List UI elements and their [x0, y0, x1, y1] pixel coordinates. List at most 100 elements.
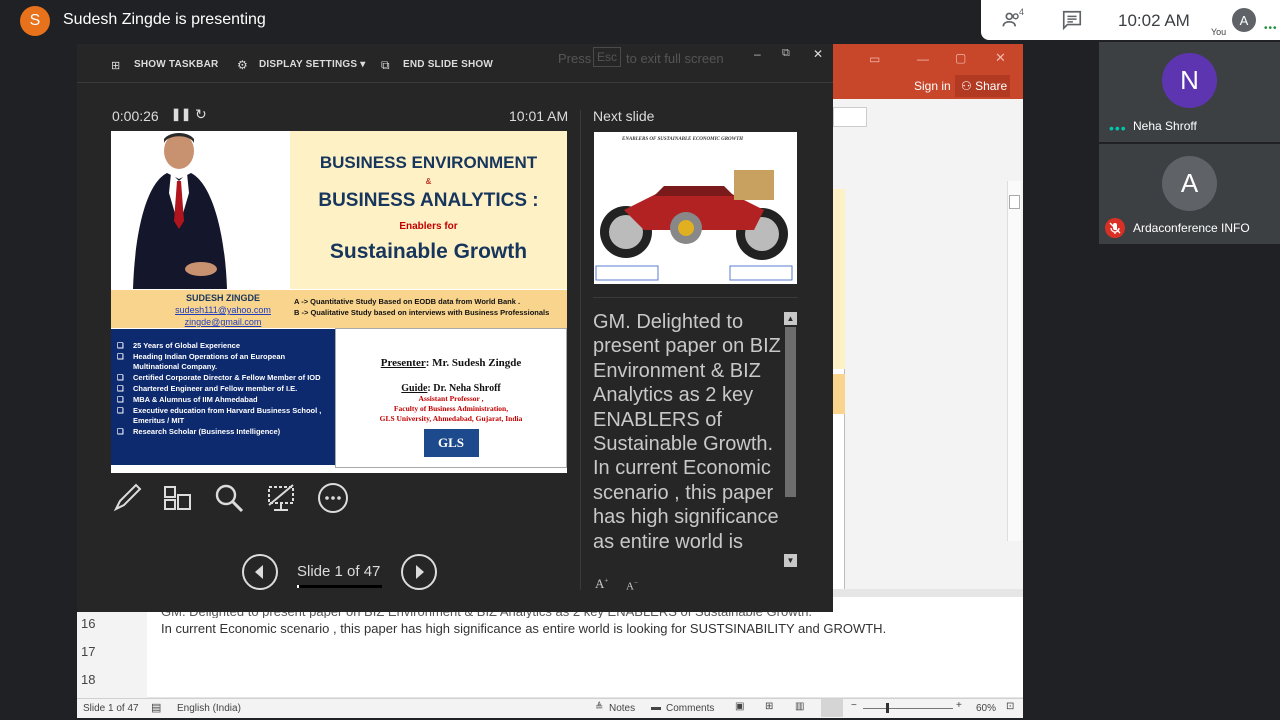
notes-scrollbar[interactable]: ▲ ▼	[784, 312, 797, 568]
ppt-editing-pane	[833, 99, 1023, 589]
previous-slide-button[interactable]	[242, 554, 278, 590]
comments-icon: ▬	[651, 702, 661, 713]
pen-tool-icon[interactable]	[110, 481, 144, 515]
chevron-right-icon	[416, 565, 424, 579]
chevron-left-icon	[255, 565, 263, 579]
spell-check-icon[interactable]: ▤	[151, 701, 161, 714]
increase-font-label: A	[595, 576, 605, 591]
slideshow-timer: 0:00:26	[112, 108, 159, 124]
gls-logo: GLS	[423, 429, 479, 457]
more-options-icon[interactable]	[316, 481, 350, 515]
toolbar-divider	[77, 82, 833, 83]
decrease-font-button[interactable]: A−	[626, 579, 638, 593]
presenter-photo	[111, 131, 290, 289]
scroll-up-icon[interactable]: ▲	[784, 312, 797, 325]
thumbnail-number[interactable]: 16	[81, 616, 95, 631]
participant-tile-neha[interactable]: N ••• Neha Shroff	[1099, 42, 1280, 142]
close-icon[interactable]: ✕	[813, 47, 823, 61]
meet-clock: 10:02 AM	[1118, 11, 1190, 30]
notes-text-line: In current Economic scenario , this pape…	[161, 621, 887, 636]
credential-item: 25 Years of Global Experience	[117, 341, 331, 351]
more-dots-icon[interactable]: •••	[1264, 23, 1278, 34]
presenter-guide-block: Presenter: Mr. Sudesh Zingde Guide: Dr. …	[335, 328, 567, 468]
increase-font-button[interactable]: A+	[595, 576, 608, 592]
zoom-level[interactable]: 60%	[976, 703, 996, 714]
slide-subtitle: Enablers for	[399, 221, 458, 232]
status-language[interactable]: English (India)	[177, 703, 241, 714]
chat-icon[interactable]	[1061, 9, 1083, 31]
zoom-in-icon[interactable]: +	[956, 700, 962, 711]
slide-title-line: Sustainable Growth	[329, 240, 528, 263]
scroll-thumb[interactable]	[1009, 195, 1020, 209]
display-settings-icon: ⚙	[237, 58, 248, 72]
taskbar-icon: ⊞	[111, 60, 121, 72]
pane-divider	[580, 110, 581, 590]
vertical-scrollbar[interactable]	[1007, 181, 1021, 541]
comments-toggle[interactable]: Comments	[666, 703, 714, 714]
next-slide-thumbnail[interactable]: ENABLERS OF SUSTAINABLE ECONOMIC GROWTH	[594, 132, 797, 284]
participant-name: Ardaconference INFO	[1133, 221, 1250, 235]
credentials-list: 25 Years of Global Experience Heading In…	[111, 329, 335, 465]
thumbnail-number[interactable]: 17	[81, 644, 95, 659]
black-screen-icon[interactable]	[264, 481, 298, 515]
esc-hint-pre: Press	[558, 51, 592, 66]
slide-edge-yellow	[833, 189, 845, 369]
status-bar: Slide 1 of 47 ▤ English (India) ≜ Notes …	[77, 698, 1023, 718]
restore-icon[interactable]: ⧉	[782, 47, 790, 60]
slide-edge-orange	[833, 374, 845, 414]
slideshow-view-icon[interactable]	[821, 699, 843, 717]
thumbnail-number[interactable]: 18	[81, 672, 95, 687]
zoom-slider-thumb[interactable]	[886, 703, 889, 713]
slide-progress-track	[297, 585, 382, 588]
participant-name: Neha Shroff	[1133, 119, 1197, 133]
end-show-icon: ⧉	[381, 58, 390, 72]
notes-toggle[interactable]: Notes	[609, 703, 635, 714]
slide-progress-fill	[297, 585, 299, 588]
pause-icon[interactable]: ❚❚	[171, 107, 191, 121]
zoom-out-icon[interactable]: −	[851, 700, 857, 711]
display-settings-button[interactable]: DISPLAY SETTINGS ▾	[259, 59, 365, 70]
gls-logo-text: GLS	[437, 435, 464, 450]
mic-off-icon	[1105, 218, 1125, 238]
avatar: N	[1162, 53, 1217, 108]
self-avatar[interactable]: A	[1232, 8, 1256, 32]
minimize-icon[interactable]: —	[917, 52, 929, 66]
esc-hint-post: to exit full screen	[626, 51, 724, 66]
credential-item: Executive education from Harvard Busines…	[117, 406, 331, 426]
maximize-icon[interactable]: ▢	[955, 51, 966, 65]
scroll-thumb[interactable]	[785, 327, 796, 497]
reading-view-icon[interactable]: ▥	[795, 701, 804, 712]
share-button[interactable]: ⚇ Share	[955, 75, 1010, 97]
slide-title-block: BUSINESS ENVIRONMENT & BUSINESS ANALYTIC…	[290, 131, 567, 289]
slide-counter[interactable]: Slide 1 of 47	[297, 563, 380, 580]
participant-tile-ardaconference[interactable]: A Ardaconference INFO	[1099, 144, 1280, 244]
scroll-down-icon[interactable]: ▼	[784, 554, 797, 567]
status-slide-count: Slide 1 of 47	[83, 703, 139, 714]
speaking-indicator-icon: •••	[1109, 120, 1127, 136]
presenter-avatar: S	[20, 6, 50, 36]
sign-in-link[interactable]: Sign in	[914, 79, 951, 93]
credential-item: Research Scholar (Business Intelligence)	[117, 427, 331, 437]
minimize-icon[interactable]: –	[754, 47, 761, 61]
fit-slide-icon[interactable]: ⊡	[1006, 701, 1014, 712]
show-taskbar-button[interactable]: SHOW TASKBAR	[134, 59, 218, 70]
speaker-notes[interactable]: GM. Delighted to present paper on BIZ En…	[593, 310, 783, 566]
end-slide-show-button[interactable]: END SLIDE SHOW	[403, 59, 493, 70]
font-size-box[interactable]	[833, 107, 867, 127]
self-label: You	[1211, 27, 1227, 37]
slide-sorter-icon[interactable]: ⊞	[765, 701, 773, 712]
guide-role: GLS University, Ahmedabad, Gujarat, Indi…	[379, 414, 523, 423]
ribbon-display-icon[interactable]: ▭	[869, 52, 880, 66]
credential-item: MBA & Alumnus of IIM Ahmedabad	[117, 395, 331, 405]
current-slide[interactable]: BUSINESS ENVIRONMENT & BUSINESS ANALYTIC…	[111, 131, 567, 473]
normal-view-icon[interactable]: ▣	[735, 701, 744, 712]
next-slide-label: Next slide	[593, 108, 655, 124]
motorcycle-image	[595, 170, 793, 281]
credential-item: Chartered Engineer and Fellow member of …	[117, 384, 331, 394]
see-all-slides-icon[interactable]	[160, 481, 194, 515]
next-slide-button[interactable]	[401, 554, 437, 590]
zoom-slider[interactable]	[863, 708, 953, 709]
restart-timer-icon[interactable]: ↻	[195, 106, 207, 123]
zoom-into-slide-icon[interactable]	[212, 481, 246, 515]
close-icon[interactable]: ✕	[995, 50, 1006, 66]
